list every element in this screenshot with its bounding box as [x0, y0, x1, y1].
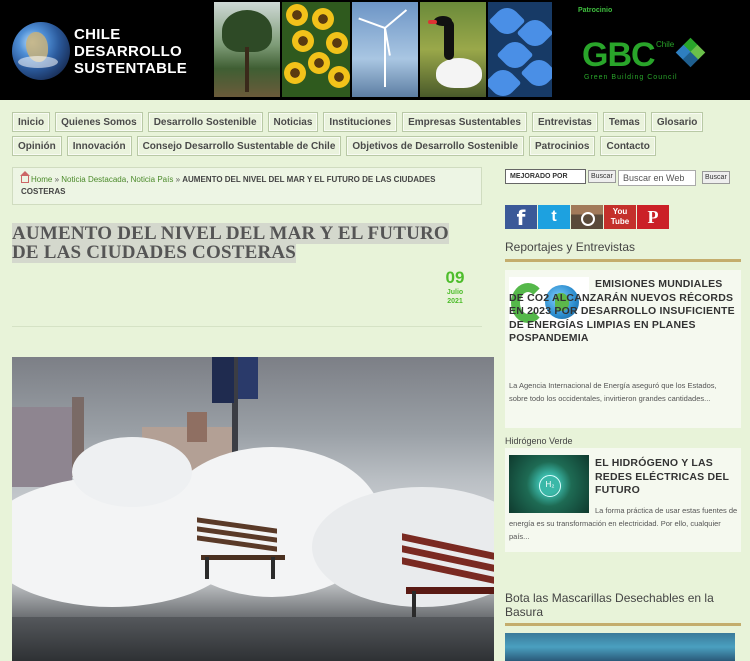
section-mascarillas-title[interactable]: Bota las Mascarillas Desechables en la B…	[505, 591, 741, 619]
main-nav: Inicio Quienes Somos Desarrollo Sostenib…	[12, 112, 742, 160]
search-area: MEJORADO POR Buscar Buscar en Web Buscar	[505, 169, 741, 187]
nav-innovacion[interactable]: Innovación	[66, 136, 132, 156]
nav-glosario[interactable]: Glosario	[650, 112, 704, 132]
card-co2-headline[interactable]: EMISIONES MUNDIALES DE CO2 ALCANZARÁN NU…	[509, 278, 737, 346]
article-date-day: 09	[445, 268, 465, 287]
breadcrumb: Home » Noticia Destacada, Noticia País »…	[12, 167, 482, 205]
breadcrumb-noticia-pais[interactable]: Noticia País	[131, 175, 174, 184]
nav-row-2: Opinión Innovación Consejo Desarrollo Su…	[12, 136, 742, 156]
site-logo-text[interactable]: CHILE DESARROLLO SUSTENTABLE	[74, 26, 187, 77]
site-header: CHILE DESARROLLO SUSTENTABLE Patrocinio …	[0, 0, 750, 100]
gbc-chile-label: Chile	[656, 40, 675, 49]
instagram-icon[interactable]	[571, 205, 603, 229]
nav-desarrollo-sostenible[interactable]: Desarrollo Sostenible	[147, 112, 263, 132]
storm-waves-photo	[12, 357, 494, 661]
nav-patrocinios[interactable]: Patrocinios	[529, 136, 596, 156]
nav-opinion[interactable]: Opinión	[12, 136, 62, 156]
article-date-month: Julio 2021	[446, 289, 464, 305]
article-divider	[12, 326, 482, 327]
card-co2-excerpt: La Agencia Internacional de Energía aseg…	[509, 381, 717, 403]
article-title: AUMENTO DEL NIVEL DEL MAR Y EL FUTURO DE…	[12, 223, 449, 263]
nav-consejo[interactable]: Consejo Desarrollo Sustentable de Chile	[136, 136, 342, 156]
globe-logo-icon[interactable]	[12, 22, 70, 80]
nav-quienes-somos[interactable]: Quienes Somos	[55, 112, 143, 132]
nav-objetivos[interactable]: Objetivos de Desarrollo Sostenible	[346, 136, 525, 156]
facebook-icon[interactable]: f	[505, 205, 537, 230]
mascarillas-thumbnail[interactable]	[505, 633, 735, 661]
pinterest-icon[interactable]: P	[637, 205, 669, 229]
nav-contacto[interactable]: Contacto	[600, 136, 656, 156]
card-hidrogeno-excerpt: La forma práctica de usar estas fuentes …	[509, 506, 738, 541]
breadcrumb-home[interactable]: Home	[31, 175, 52, 184]
hidrogeno-verde-label[interactable]: Hidrógeno Verde	[505, 436, 573, 446]
bench-left	[197, 517, 287, 583]
nav-inicio[interactable]: Inicio	[12, 112, 51, 132]
nav-noticias[interactable]: Noticias	[267, 112, 319, 132]
nav-empresas-sustentables[interactable]: Empresas Sustentables	[402, 112, 527, 132]
black-necked-swan-image	[420, 2, 486, 97]
home-icon[interactable]	[20, 171, 30, 183]
youtube-icon[interactable]: You Tube	[604, 205, 636, 229]
news-card-co2[interactable]: EMISIONES MUNDIALES DE CO2 ALCANZARÁN NU…	[505, 270, 741, 428]
nav-entrevistas[interactable]: Entrevistas	[531, 112, 598, 132]
gbc-subtitle: Green Building Council	[584, 74, 678, 81]
wind-turbine-image	[352, 2, 418, 97]
breadcrumb-noticia-destacada[interactable]: Noticia Destacada	[61, 175, 126, 184]
news-card-hidrogeno[interactable]: EL HIDRÓGENO Y LAS REDES ELÉCTRICAS DEL …	[505, 448, 741, 552]
nav-instituciones[interactable]: Instituciones	[323, 112, 398, 132]
section-divider-2	[505, 623, 741, 626]
search-input[interactable]: Buscar en Web	[618, 170, 696, 186]
nav-temas[interactable]: Temas	[602, 112, 646, 132]
custom-search-select[interactable]: MEJORADO POR	[505, 169, 586, 184]
nav-row-1: Inicio Quienes Somos Desarrollo Sostenib…	[12, 112, 742, 132]
sponsor-label: Patrocinio	[578, 7, 613, 14]
card-hidrogeno-headline[interactable]: EL HIDRÓGENO Y LAS REDES ELÉCTRICAS DEL …	[595, 457, 739, 498]
search-select-button[interactable]: Buscar	[588, 170, 616, 183]
section-divider	[505, 259, 741, 262]
blue-flowers-image	[488, 2, 552, 97]
gbc-diamond-icon	[675, 37, 706, 68]
gbc-logo[interactable]: GBC	[582, 38, 656, 72]
araucaria-tree-image	[214, 2, 280, 97]
social-links: f t You Tube P	[505, 205, 669, 230]
sunflowers-image	[282, 2, 350, 97]
twitter-icon[interactable]: t	[538, 205, 570, 229]
section-reportajes-title[interactable]: Reportajes y Entrevistas	[505, 240, 635, 254]
search-button[interactable]: Buscar	[702, 171, 730, 184]
